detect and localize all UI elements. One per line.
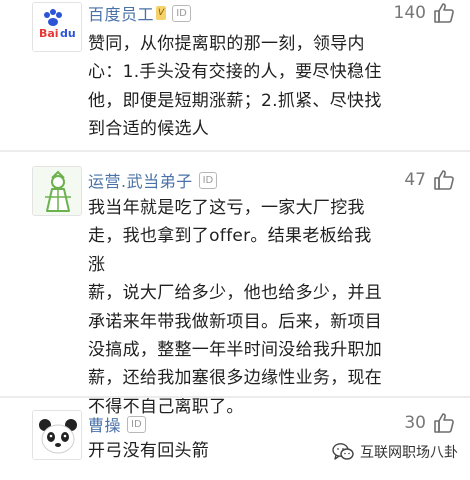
comment-header: 运营.武当弟子 ID [88, 168, 218, 192]
comment-header: 曹操 ID [88, 413, 146, 435]
comment-header: 百度员工 V ID [88, 2, 191, 24]
like-control[interactable]: 47 [404, 167, 456, 193]
avatar[interactable]: Bai du [32, 2, 82, 52]
text-line: 我当年就是吃了这亏，一家大厂挖我 [88, 198, 365, 218]
baidu-logo-icon: Bai du [33, 3, 81, 51]
text-line: 薪，说大厂给多少，他也给多少，并且 [88, 283, 383, 304]
text-line: 承诺来年带我做新项目。后来，新项目 [88, 311, 383, 332]
verified-badge: V [156, 6, 167, 20]
divider [0, 150, 470, 152]
text-line: 他，即便是短期涨薪；2.抓紧、尽快找 [88, 90, 382, 111]
panda-icon [33, 411, 81, 459]
like-count: 30 [404, 413, 426, 433]
text-line: 赞同，从你提离职的那一刻，领导内 [88, 34, 365, 54]
svg-text:Bai: Bai [39, 27, 59, 40]
like-count: 47 [404, 170, 426, 190]
username[interactable]: 曹操 [88, 412, 121, 436]
thumbs-up-icon[interactable] [432, 168, 456, 192]
text-line: 没搞成，整整一年半时间没给我升职加 [88, 340, 383, 361]
username[interactable]: 百度员工 [88, 1, 154, 25]
avatar[interactable] [32, 166, 82, 216]
avatar[interactable] [32, 410, 82, 460]
like-control[interactable]: 140 [394, 0, 456, 26]
text-line: 心：1.手头没有交接的人，要尽快稳住 [88, 62, 382, 83]
comment-text: 我当年就是吃了这亏，一家大厂挖我 走，我也拿到了offer。结果老板给我涨 薪，… [88, 194, 388, 421]
thumbs-up-icon[interactable] [432, 411, 456, 435]
username[interactable]: 运营.武当弟子 [88, 168, 193, 192]
like-control[interactable]: 30 [404, 410, 456, 436]
wechat-icon [332, 443, 354, 460]
text-line: 薪，还给我加塞很多边缘性业务，现在 [88, 368, 383, 389]
text-line: 走，我也拿到了offer。结果老板给我涨 [88, 226, 372, 275]
svg-text:du: du [60, 27, 76, 40]
id-tag[interactable]: ID [127, 415, 146, 433]
id-tag[interactable]: ID [198, 171, 218, 189]
text-line: 到合适的候选人 [88, 119, 210, 140]
watermark: 互联网职场八卦 [332, 442, 458, 462]
like-count: 140 [393, 3, 426, 23]
thumbs-up-icon[interactable] [432, 1, 456, 25]
divider [0, 396, 470, 398]
id-tag[interactable]: ID [172, 4, 191, 22]
robed-person-icon [33, 167, 81, 215]
watermark-text: 互联网职场八卦 [360, 445, 458, 461]
comment-text: 赞同，从你提离职的那一刻，领导内 心：1.手头没有交接的人，要尽快稳住 他，即便… [88, 30, 388, 144]
